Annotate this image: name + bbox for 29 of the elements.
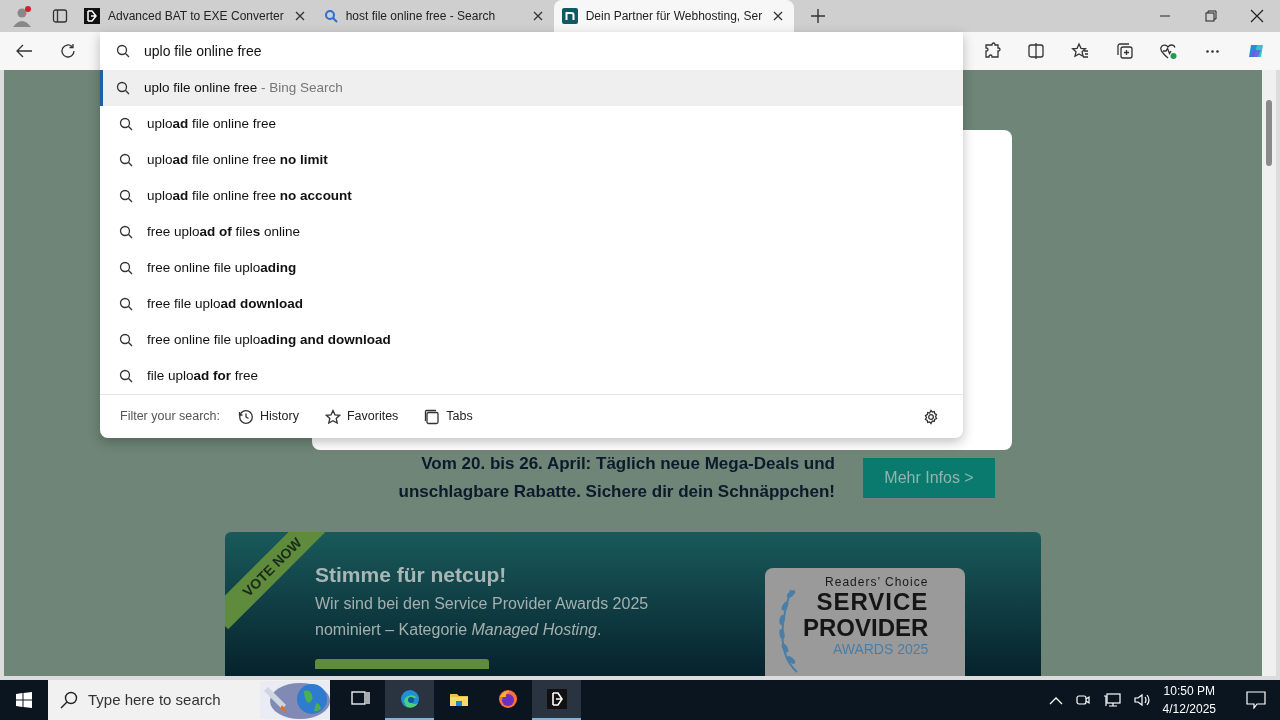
- suggestion-item[interactable]: free online file uploading: [100, 250, 963, 286]
- search-placeholder: Type here to search: [88, 689, 221, 710]
- suggestion-item[interactable]: upload file online free: [100, 106, 963, 142]
- filter-chip[interactable]: History: [230, 405, 307, 428]
- taskbar-search-field[interactable]: Type here to search: [48, 680, 330, 720]
- suggestion-item[interactable]: upload file online free no account: [100, 178, 963, 214]
- award-text: PROVIDER: [803, 615, 929, 640]
- suggestion-item[interactable]: free upload of files online: [100, 214, 963, 250]
- award-text: AWARDS 2025: [832, 641, 929, 656]
- suggestion-item[interactable]: file upload for free: [100, 358, 963, 394]
- browser-tab[interactable]: host file online free - Search: [315, 0, 554, 32]
- clock-button[interactable]: 10:50 PM 4/12/2025: [1162, 682, 1216, 718]
- award-text: Readers’ Choice: [825, 575, 929, 588]
- browser-tab[interactable]: Dein Partner für Webhosting, Ser: [553, 0, 795, 32]
- award-text: SERVICE: [816, 589, 929, 614]
- banner-text: Wir sind bei den Service Provider Awards 2025 nominiert – Kategorie Managed Hosting.: [315, 593, 650, 640]
- suggestion-item[interactable]: free online file uploading and download: [100, 322, 963, 358]
- tab-title: Advanced BAT to EXE Converter: [108, 8, 284, 25]
- tab-title: host file online free - Search: [345, 8, 497, 25]
- suggestion-item[interactable]: uplo file online free - Bing Search: [100, 70, 963, 106]
- filter-label: Filter your search:: [120, 408, 221, 426]
- filter-chip[interactable]: Tabs: [416, 405, 481, 428]
- browser-tab[interactable]: Advanced BAT to EXE Converter: [76, 0, 316, 32]
- banner-heading: Stimme für netcup!: [315, 561, 508, 587]
- filter-chip[interactable]: Favorites: [316, 405, 407, 428]
- tab-title: Dein Partner für Webhosting, Ser: [585, 8, 763, 25]
- suggestion-item[interactable]: free file upload download: [100, 286, 963, 322]
- promo-text: Vom 20. bis 26. April: Täglich neue Mega-Deals und unschlagbare Rabatte. Sichere dir dein Schnäppchen!: [397, 452, 835, 503]
- suggestion-item[interactable]: upload file online free no limit: [100, 142, 963, 178]
